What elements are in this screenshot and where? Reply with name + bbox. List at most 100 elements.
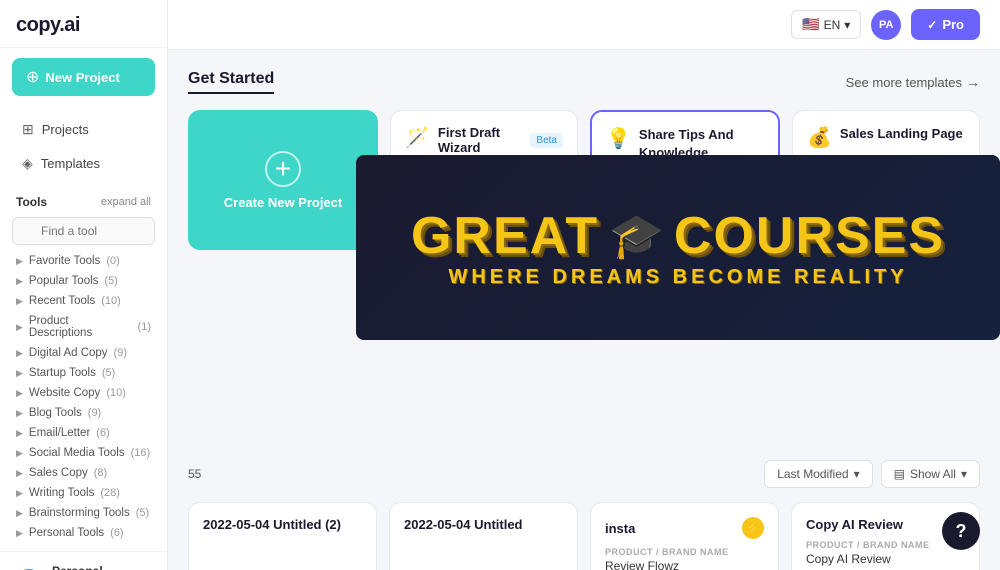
tool-label: Website Copy — [29, 387, 100, 399]
tool-label: Digital Ad Copy — [29, 347, 108, 359]
tool-item-social[interactable]: ▶ Social Media Tools (16) — [0, 443, 167, 463]
arrow-right-icon: → — [966, 74, 980, 90]
get-started-header: Get Started See more templates → — [188, 70, 980, 94]
lightbulb-icon: 💡 — [606, 126, 631, 151]
brand-name-value: Copy AI Review — [806, 552, 965, 566]
promo-title-right: COURSES — [674, 206, 945, 266]
chevron-icon: ▶ — [16, 322, 23, 333]
template-title: Sales Landing Page — [840, 126, 963, 141]
content-area: Get Started See more templates → + Creat… — [168, 50, 1000, 570]
tool-label: Social Media Tools — [29, 447, 125, 459]
pro-label: Pro — [942, 17, 964, 32]
chevron-icon: ▶ — [16, 408, 23, 419]
project-card-insta[interactable]: insta ⚡ PRODUCT / BRAND NAME Review Flow… — [590, 502, 779, 570]
filter-button[interactable]: ▤ Show All ▾ — [881, 460, 980, 488]
chevron-icon: ▶ — [16, 348, 23, 359]
tool-label: Product Descriptions — [29, 315, 132, 339]
projects-toolbar: 55 Last Modified ▾ ▤ Show All ▾ — [188, 460, 980, 488]
wand-icon: 🪄 — [405, 125, 430, 150]
money-icon: 💰 — [807, 125, 832, 150]
tool-item-digital-ad[interactable]: ▶ Digital Ad Copy (9) — [0, 343, 167, 363]
tool-item-website-copy[interactable]: ▶ Website Copy (10) — [0, 383, 167, 403]
projects-count: 55 — [188, 467, 201, 481]
projects-icon: ⊞ — [22, 121, 34, 138]
tool-item-popular[interactable]: ▶ Popular Tools (5) — [0, 271, 167, 291]
see-more-templates-link[interactable]: See more templates → — [846, 74, 980, 90]
chevron-icon: ▶ — [16, 528, 23, 539]
sort-label: Last Modified — [777, 467, 848, 481]
new-project-label: New Project — [45, 70, 119, 85]
chevron-icon: ▶ — [16, 508, 23, 519]
project-card-untitled-2[interactable]: 2022-05-04 Untitled (2) 📄 ••• — [188, 502, 377, 570]
user-avatar[interactable]: PA — [871, 10, 901, 40]
expand-all-link[interactable]: expand all — [101, 196, 151, 208]
brand-name-label: PRODUCT / BRAND NAME — [806, 540, 965, 550]
chevron-icon: ▶ — [16, 468, 23, 479]
chevron-down-icon: ▾ — [961, 467, 967, 481]
tool-label: Blog Tools — [29, 407, 82, 419]
tool-label: Popular Tools — [29, 275, 98, 287]
project-title: 2022-05-04 Untitled — [404, 517, 563, 532]
chevron-icon: ▶ — [16, 388, 23, 399]
tool-item-brainstorming[interactable]: ▶ Brainstorming Tools (5) — [0, 503, 167, 523]
tool-item-product-desc[interactable]: ▶ Product Descriptions (1) — [0, 311, 167, 343]
flag-icon: 🇺🇸 — [802, 16, 819, 33]
search-tool-wrapper: 🔍 — [0, 213, 167, 251]
tool-label: Email/Letter — [29, 427, 90, 439]
main-area: 🇺🇸 EN ▾ PA ✓ Pro Get Started See more te… — [168, 0, 1000, 570]
language-selector[interactable]: 🇺🇸 EN ▾ — [791, 10, 861, 39]
brand-name-label: PRODUCT / BRAND NAME — [605, 547, 764, 557]
brand-name-value: Review Flowz — [605, 559, 764, 570]
project-title: insta — [605, 521, 635, 536]
templates-icon: ◈ — [22, 155, 33, 172]
search-tool-container: 🔍 — [12, 217, 155, 245]
workspace-name: Personal Workspace — [52, 564, 135, 570]
chevron-icon: ▶ — [16, 368, 23, 379]
logo: copy.ai — [0, 0, 167, 48]
tool-item-sales-copy[interactable]: ▶ Sales Copy (8) — [0, 463, 167, 483]
tool-item-startup[interactable]: ▶ Startup Tools (5) — [0, 363, 167, 383]
tool-label: Sales Copy — [29, 467, 88, 479]
new-project-button[interactable]: ⊕ New Project — [12, 58, 155, 96]
tool-item-email[interactable]: ▶ Email/Letter (6) — [0, 423, 167, 443]
plus-icon: ⊕ — [26, 67, 39, 87]
sidebar-item-label: Projects — [42, 122, 89, 137]
search-tool-input[interactable] — [12, 217, 155, 245]
tool-label: Personal Tools — [29, 527, 104, 539]
sidebar-item-projects[interactable]: ⊞ Projects — [6, 113, 161, 146]
workspace-info: Personal Workspace Free — [52, 564, 135, 570]
beta-badge: Beta — [530, 133, 563, 148]
check-icon: ✓ — [927, 18, 937, 32]
tool-item-recent[interactable]: ▶ Recent Tools (10) — [0, 291, 167, 311]
sidebar-nav: ⊞ Projects ◈ Templates — [0, 106, 167, 187]
tool-item-favorite[interactable]: ▶ Favorite Tools (0) — [0, 251, 167, 271]
tool-label: Recent Tools — [29, 295, 95, 307]
lang-label: EN — [824, 18, 841, 32]
filter-icon: ▤ — [894, 467, 905, 481]
get-started-title: Get Started — [188, 70, 274, 94]
pro-button[interactable]: ✓ Pro — [911, 9, 980, 40]
tool-label: Startup Tools — [29, 367, 96, 379]
chevron-icon: ▶ — [16, 488, 23, 499]
topbar: 🇺🇸 EN ▾ PA ✓ Pro — [168, 0, 1000, 50]
chevron-icon: ▶ — [16, 276, 23, 287]
promo-subtitle: WHERE DREAMS BECOME REALITY — [448, 266, 907, 289]
tool-item-writing[interactable]: ▶ Writing Tools (28) — [0, 483, 167, 503]
sidebar-item-templates[interactable]: ◈ Templates — [6, 147, 161, 180]
sort-button[interactable]: Last Modified ▾ — [764, 460, 872, 488]
tool-item-personal[interactable]: ▶ Personal Tools (6) — [0, 523, 167, 543]
tool-list: ▶ Favorite Tools (0) ▶ Popular Tools (5)… — [0, 251, 167, 551]
project-title: 2022-05-04 Untitled (2) — [203, 517, 362, 532]
tool-label: Brainstorming Tools — [29, 507, 130, 519]
create-plus-icon: + — [265, 151, 301, 187]
tool-item-blog[interactable]: ▶ Blog Tools (9) — [0, 403, 167, 423]
project-card-untitled[interactable]: 2022-05-04 Untitled 📄 ••• — [389, 502, 578, 570]
tools-label: Tools — [16, 195, 47, 209]
tools-header: Tools expand all — [0, 187, 167, 213]
lightning-badge: ⚡ — [742, 517, 764, 539]
template-title: First Draft Wizard — [438, 125, 525, 155]
chevron-icon: ▶ — [16, 296, 23, 307]
tool-label: Favorite Tools — [29, 255, 100, 267]
create-project-card[interactable]: + Create New Project — [188, 110, 378, 250]
help-bubble-button[interactable]: ? — [942, 512, 980, 550]
